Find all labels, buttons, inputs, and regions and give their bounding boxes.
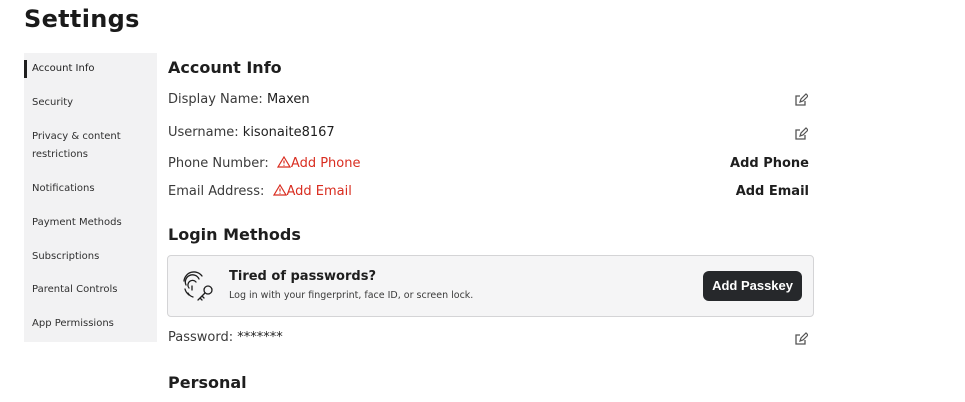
email-row: Email Address: Add Email	[168, 184, 352, 199]
warning-icon	[276, 156, 291, 168]
account-info-heading: Account Info	[168, 58, 282, 77]
edit-icon[interactable]	[794, 332, 808, 346]
phone-warning-text: Add Phone	[290, 156, 361, 171]
email-label: Email Address:	[168, 184, 265, 199]
passkey-subtitle: Log in with your fingerprint, face ID, o…	[229, 290, 474, 301]
sidebar-item-privacy[interactable]: Privacy & content restrictions	[24, 128, 144, 164]
sidebar-item-subscriptions[interactable]: Subscriptions	[24, 248, 157, 266]
display-name-label: Display Name:	[168, 92, 263, 107]
add-phone-link[interactable]: Add Phone	[730, 156, 809, 171]
username-row: Username: kisonaite8167	[168, 125, 335, 140]
page-title: Settings	[24, 5, 140, 33]
add-passkey-button[interactable]: Add Passkey	[703, 271, 802, 301]
display-name-value: Maxen	[266, 92, 310, 107]
add-email-link[interactable]: Add Email	[736, 184, 809, 199]
settings-sidebar: Account Info Security Privacy & content …	[24, 53, 157, 342]
phone-row: Phone Number: Add Phone	[168, 156, 361, 171]
fingerprint-key-icon	[183, 271, 213, 301]
display-name-row: Display Name: Maxen	[168, 92, 310, 107]
login-methods-heading: Login Methods	[168, 225, 301, 244]
sidebar-item-payment-methods[interactable]: Payment Methods	[24, 214, 157, 232]
password-label: Password:	[168, 330, 234, 345]
sidebar-item-app-permissions[interactable]: App Permissions	[24, 315, 157, 333]
sidebar-item-parental-controls[interactable]: Parental Controls	[24, 281, 157, 299]
passkey-title: Tired of passwords?	[229, 269, 376, 284]
edit-icon[interactable]	[794, 93, 808, 107]
password-value: *******	[237, 330, 283, 345]
phone-label: Phone Number:	[168, 156, 269, 171]
username-label: Username:	[168, 125, 239, 140]
personal-heading: Personal	[168, 373, 247, 392]
edit-icon[interactable]	[794, 127, 808, 141]
username-value: kisonaite8167	[242, 125, 335, 140]
warning-icon	[272, 184, 287, 196]
phone-warning[interactable]: Add Phone	[276, 156, 361, 171]
sidebar-item-security[interactable]: Security	[24, 94, 157, 112]
email-warning-text: Add Email	[286, 184, 352, 199]
passkey-card: Tired of passwords? Log in with your fin…	[167, 255, 814, 317]
email-warning[interactable]: Add Email	[272, 184, 352, 199]
password-row: Password: *******	[168, 330, 283, 345]
sidebar-item-account-info[interactable]: Account Info	[24, 60, 157, 78]
sidebar-item-notifications[interactable]: Notifications	[24, 180, 157, 198]
